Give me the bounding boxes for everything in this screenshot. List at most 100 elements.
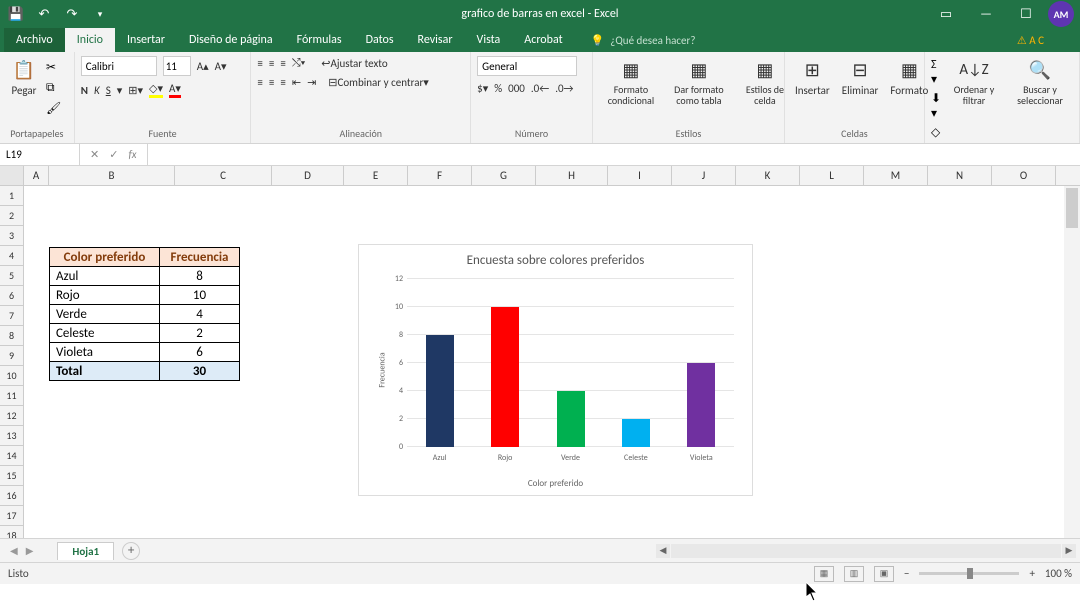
col-header[interactable]: O bbox=[992, 166, 1056, 185]
tab-diseno[interactable]: Diseño de página bbox=[177, 28, 285, 52]
name-box[interactable]: L19 bbox=[0, 144, 80, 165]
tab-revisar[interactable]: Revisar bbox=[406, 28, 465, 52]
col-header[interactable]: G bbox=[472, 166, 536, 185]
chart[interactable]: Encuesta sobre colores preferidos Frecue… bbox=[358, 244, 753, 496]
indent-inc-icon[interactable]: ⇥ bbox=[307, 76, 316, 89]
align-center-icon[interactable]: ≡ bbox=[269, 76, 274, 89]
table-cell[interactable]: Celeste bbox=[50, 324, 160, 343]
row-header[interactable]: 8 bbox=[0, 326, 24, 346]
table-cell[interactable]: 2 bbox=[160, 324, 240, 343]
undo-icon[interactable]: ↶ bbox=[36, 6, 52, 22]
table-cell[interactable]: Verde bbox=[50, 305, 160, 324]
align-top-icon[interactable]: ≡ bbox=[257, 57, 262, 70]
bold-button[interactable]: N bbox=[81, 84, 88, 97]
horizontal-scrollbar[interactable]: ◀ ▶ bbox=[656, 543, 1076, 559]
indent-dec-icon[interactable]: ⇤ bbox=[292, 76, 301, 89]
zoom-out-button[interactable]: − bbox=[904, 567, 909, 580]
fill-color-icon[interactable]: ◇▾ bbox=[149, 82, 163, 98]
fx-icon[interactable]: fx bbox=[128, 148, 136, 161]
page-layout-icon[interactable]: ▥ bbox=[844, 566, 864, 582]
select-all-corner[interactable] bbox=[0, 166, 24, 185]
row-header[interactable]: 6 bbox=[0, 286, 24, 306]
col-header[interactable]: M bbox=[864, 166, 928, 185]
align-bot-icon[interactable]: ≡ bbox=[280, 57, 285, 70]
row-header[interactable]: 17 bbox=[0, 506, 24, 526]
user-avatar[interactable]: AM bbox=[1048, 1, 1074, 27]
col-header[interactable]: A bbox=[24, 166, 49, 185]
align-left-icon[interactable]: ≡ bbox=[257, 76, 262, 89]
inc-decimal-icon[interactable]: .0← bbox=[531, 82, 549, 95]
table-total[interactable]: Total bbox=[50, 362, 160, 381]
delete-button[interactable]: ⊟Eliminar bbox=[838, 56, 883, 99]
qat-dropdown-icon[interactable]: ▾ bbox=[92, 6, 108, 22]
col-header[interactable]: L bbox=[800, 166, 864, 185]
save-icon[interactable]: 💾 bbox=[8, 6, 24, 22]
tab-archivo[interactable]: Archivo bbox=[4, 28, 65, 52]
paste-button[interactable]: 📋 Pegar bbox=[6, 56, 42, 99]
italic-button[interactable]: K bbox=[94, 84, 100, 97]
tab-acrobat[interactable]: Acrobat bbox=[512, 28, 574, 52]
decrease-font-icon[interactable]: A▾ bbox=[215, 60, 227, 73]
format-table-button[interactable]: ▦Dar formato como tabla bbox=[667, 56, 731, 108]
col-header[interactable]: B bbox=[49, 166, 175, 185]
tab-insertar[interactable]: Insertar bbox=[115, 28, 177, 52]
tab-datos[interactable]: Datos bbox=[354, 28, 406, 52]
table-cell[interactable]: 4 bbox=[160, 305, 240, 324]
row-header[interactable]: 18 bbox=[0, 526, 24, 538]
row-header[interactable]: 12 bbox=[0, 406, 24, 426]
col-header[interactable]: D bbox=[272, 166, 344, 185]
table-cell[interactable]: Violeta bbox=[50, 343, 160, 362]
dec-decimal-icon[interactable]: .0→ bbox=[555, 82, 573, 95]
table-total[interactable]: 30 bbox=[160, 362, 240, 381]
row-header[interactable]: 2 bbox=[0, 206, 24, 226]
col-header[interactable]: C bbox=[175, 166, 272, 185]
align-mid-icon[interactable]: ≡ bbox=[269, 57, 274, 70]
format-painter-icon[interactable]: 🖌 bbox=[46, 101, 61, 116]
autosum-icon[interactable]: Σ ▾ bbox=[931, 58, 941, 87]
col-header[interactable]: H bbox=[536, 166, 608, 185]
table-cell[interactable]: 8 bbox=[160, 267, 240, 286]
row-header[interactable]: 9 bbox=[0, 346, 24, 366]
table-cell[interactable]: 6 bbox=[160, 343, 240, 362]
row-header[interactable]: 1 bbox=[0, 186, 24, 206]
zoom-in-button[interactable]: + bbox=[1029, 567, 1034, 580]
tab-formulas[interactable]: Fórmulas bbox=[285, 28, 354, 52]
thousands-icon[interactable]: 000 bbox=[508, 82, 525, 95]
tell-me[interactable]: 💡¿Qué desea hacer? bbox=[591, 28, 696, 52]
align-right-icon[interactable]: ≡ bbox=[280, 76, 285, 89]
row-header[interactable]: 4 bbox=[0, 246, 24, 266]
percent-icon[interactable]: % bbox=[494, 82, 502, 95]
table-cell[interactable]: Rojo bbox=[50, 286, 160, 305]
col-header[interactable]: F bbox=[408, 166, 472, 185]
currency-icon[interactable]: $▾ bbox=[477, 82, 488, 95]
border-icon[interactable]: ⊞▾ bbox=[128, 84, 143, 97]
row-header[interactable]: 13 bbox=[0, 426, 24, 446]
find-select-button[interactable]: 🔍Buscar y seleccionar bbox=[1007, 56, 1073, 108]
maximize-icon[interactable]: ☐ bbox=[1008, 0, 1044, 28]
merge-button[interactable]: ⊟ Combinar y centrar ▾ bbox=[328, 76, 429, 89]
redo-icon[interactable]: ↷ bbox=[64, 6, 80, 22]
col-header[interactable]: I bbox=[608, 166, 672, 185]
row-header[interactable]: 14 bbox=[0, 446, 24, 466]
vertical-scrollbar[interactable] bbox=[1064, 186, 1080, 538]
table-cell[interactable]: 10 bbox=[160, 286, 240, 305]
add-sheet-button[interactable]: + bbox=[122, 542, 140, 560]
underline-button[interactable]: S bbox=[106, 84, 111, 97]
font-color-icon[interactable]: A▾ bbox=[169, 82, 181, 98]
conditional-format-button[interactable]: ▦Formato condicional bbox=[599, 56, 663, 108]
col-header[interactable]: J bbox=[672, 166, 736, 185]
sheet-nav-next-icon[interactable]: ▶ bbox=[22, 544, 38, 557]
row-header[interactable]: 7 bbox=[0, 306, 24, 326]
row-header[interactable]: 3 bbox=[0, 226, 24, 246]
grid[interactable]: ABCDEFGHIJKLMNO 123456789101112131415161… bbox=[0, 166, 1080, 538]
col-header[interactable]: E bbox=[344, 166, 408, 185]
insert-button[interactable]: ⊞Insertar bbox=[791, 56, 834, 99]
row-header[interactable]: 15 bbox=[0, 466, 24, 486]
sort-filter-button[interactable]: A↓ZOrdenar y filtrar bbox=[945, 56, 1003, 108]
zoom-slider[interactable] bbox=[919, 572, 1019, 575]
col-header[interactable]: N bbox=[928, 166, 992, 185]
ribbon-options-icon[interactable]: ▭ bbox=[928, 0, 964, 28]
copy-icon[interactable]: ⧉ bbox=[46, 81, 61, 95]
fill-icon[interactable]: ⬇ ▾ bbox=[931, 91, 941, 121]
col-header[interactable]: K bbox=[736, 166, 800, 185]
